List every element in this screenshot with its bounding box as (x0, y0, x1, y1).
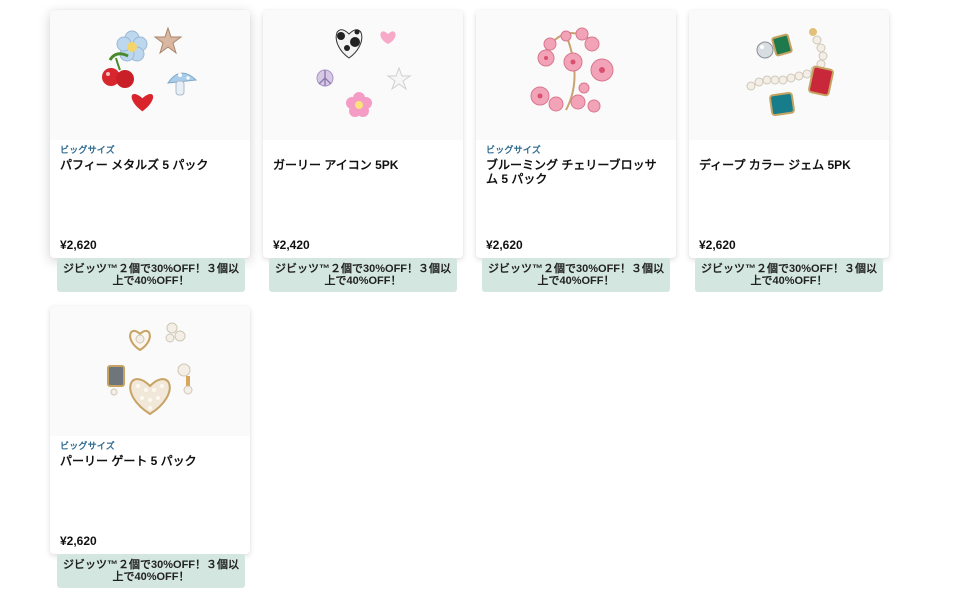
product-title[interactable]: ブルーミング チェリーブロッサム 5 パック (486, 158, 666, 186)
product-card-girly-icons[interactable]: ガーリー アイコン 5PK ¥2,420 (263, 10, 463, 258)
product-badge: ビッグサイズ (60, 145, 115, 155)
product-price: ¥2,620 (699, 238, 736, 252)
product-card-puffy-metals[interactable]: ビッグサイズ パフィー メタルズ 5 パック ¥2,620 (50, 10, 250, 258)
product-title[interactable]: パフィー メタルズ 5 パック (60, 158, 240, 172)
product-title[interactable]: ディープ カラー ジェム 5PK (699, 158, 879, 172)
product-image[interactable] (476, 10, 676, 140)
charms-girly-icons-icon (316, 29, 412, 117)
product-price: ¥2,620 (486, 238, 523, 252)
product-badge (273, 144, 453, 156)
product-image[interactable] (50, 306, 250, 436)
product-card-deep-color-gems[interactable]: ディープ カラー ジェム 5PK ¥2,620 (689, 10, 889, 258)
charms-puffy-metals-icon (102, 26, 198, 112)
charms-cherry-blossom-icon (530, 27, 614, 113)
product-image[interactable] (689, 10, 889, 140)
product-badge: ビッグサイズ (486, 145, 541, 155)
product-price: ¥2,620 (60, 238, 97, 252)
charms-pearly-gate-icon (107, 322, 193, 416)
product-card-cherry-blossom[interactable]: ビッグサイズ ブルーミング チェリーブロッサム 5 パック ¥2,620 (476, 10, 676, 258)
promo-banner: ジビッツ™２個で30%OFF！３個以上で40%OFF！ (269, 258, 457, 292)
product-badge (699, 144, 879, 156)
promo-banner: ジビッツ™２個で30%OFF！３個以上で40%OFF！ (482, 258, 670, 292)
product-card-pearly-gate[interactable]: ビッグサイズ パーリー ゲート 5 パック ¥2,620 (50, 306, 250, 554)
promo-banner: ジビッツ™２個で30%OFF！３個以上で40%OFF！ (57, 554, 245, 588)
product-title[interactable]: ガーリー アイコン 5PK (273, 158, 453, 172)
product-badge: ビッグサイズ (60, 441, 115, 451)
product-price: ¥2,620 (60, 534, 97, 548)
promo-banner: ジビッツ™２個で30%OFF！３個以上で40%OFF！ (57, 258, 245, 292)
charms-deep-color-gems-icon (746, 28, 834, 117)
product-image[interactable] (263, 10, 463, 140)
promo-banner: ジビッツ™２個で30%OFF！３個以上で40%OFF！ (695, 258, 883, 292)
product-image[interactable] (50, 10, 250, 140)
product-title[interactable]: パーリー ゲート 5 パック (60, 454, 240, 468)
product-price: ¥2,420 (273, 238, 310, 252)
